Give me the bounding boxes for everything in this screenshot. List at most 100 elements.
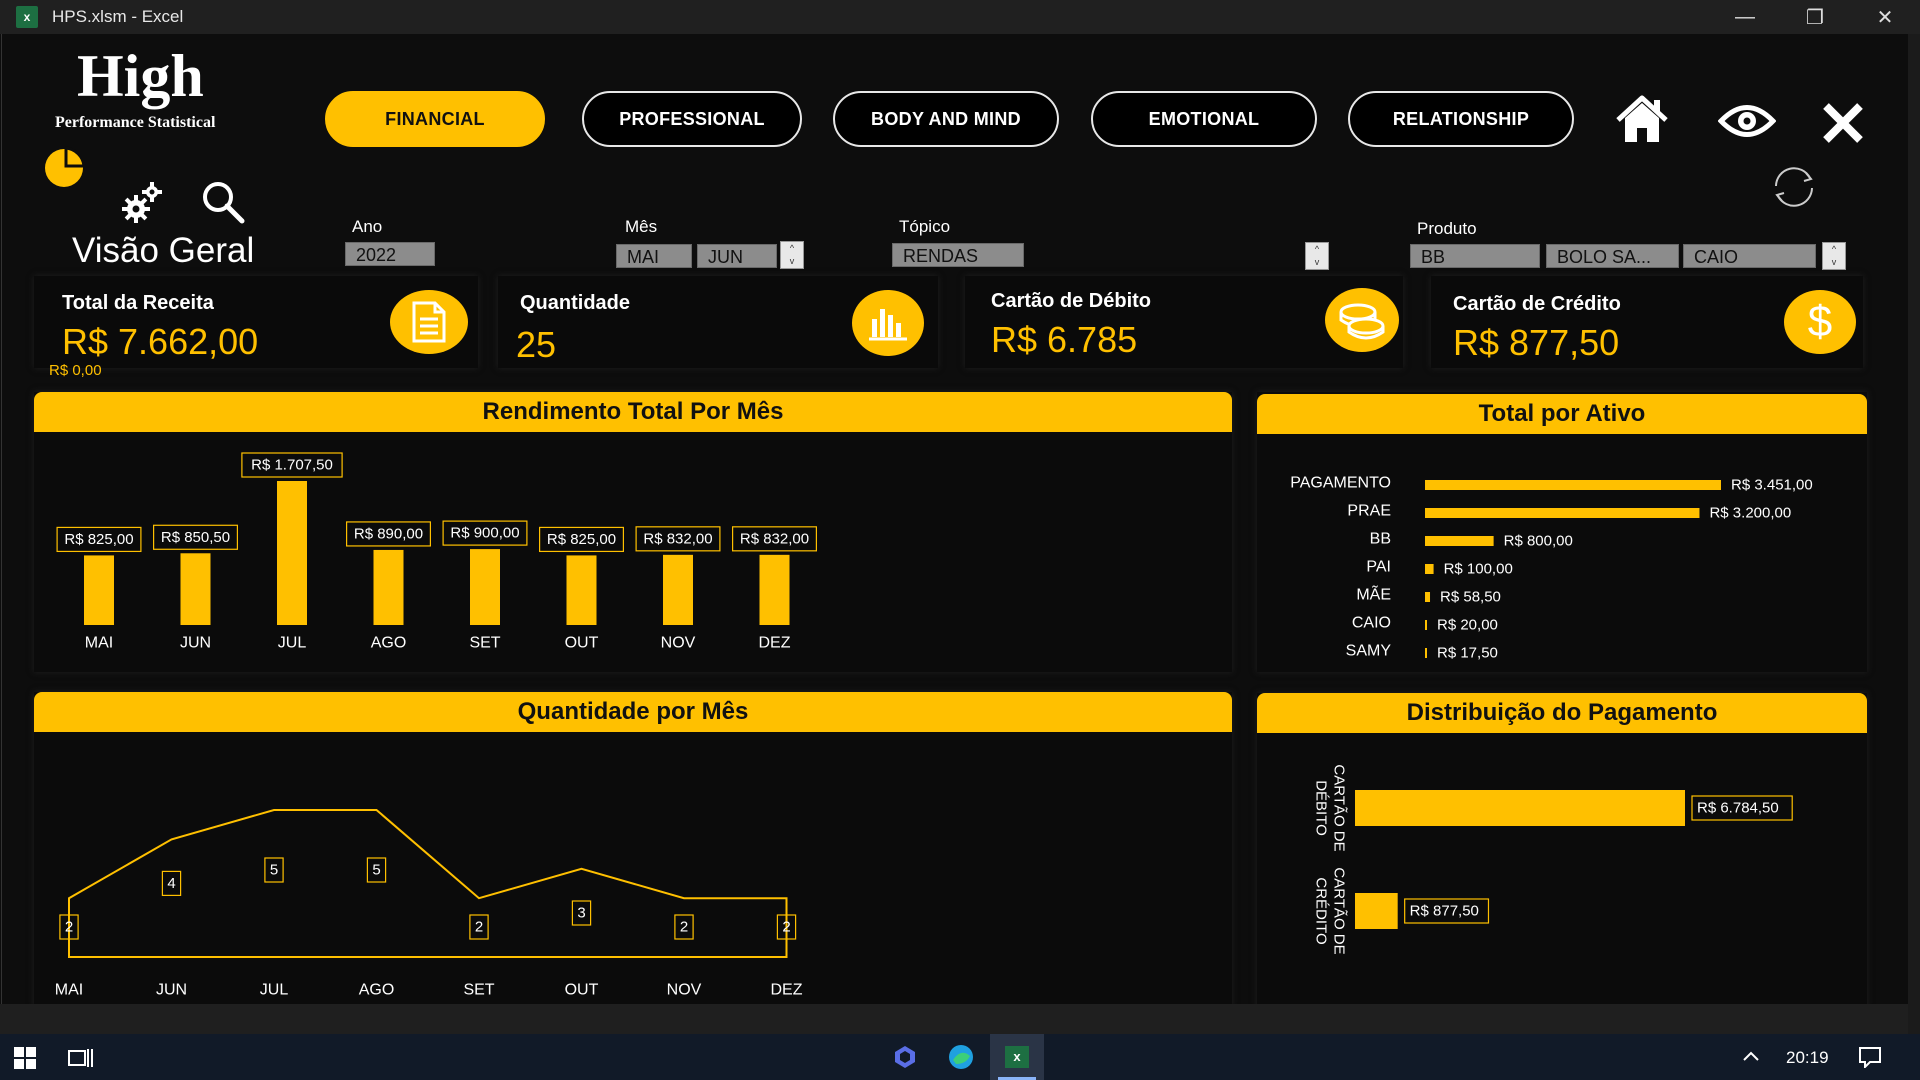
svg-text:R$ 825,00: R$ 825,00 [64, 531, 133, 548]
copilot-icon[interactable] [893, 1045, 917, 1069]
kpi-card-quantidade: Quantidade 25 [498, 276, 938, 368]
point-label-out: 3 [571, 900, 592, 926]
data-label-samy: R$ 17,50 [1437, 645, 1498, 662]
produto-slicer-caio[interactable]: CAIO [1683, 244, 1816, 268]
tab-body-and-mind[interactable]: BODY AND MIND [833, 91, 1059, 147]
svg-text:2: 2 [475, 919, 483, 936]
bar-pai [1425, 564, 1434, 574]
ano-label: Ano [352, 217, 383, 236]
close-app-icon[interactable] [1820, 100, 1866, 146]
window-titlebar: x HPS.xlsm - Excel — ❐ ✕ [0, 0, 1920, 34]
tab-relationship[interactable]: RELATIONSHIP [1348, 91, 1574, 147]
minimize-button[interactable]: — [1710, 0, 1780, 34]
produto-slicer-bb[interactable]: BB [1410, 244, 1540, 268]
distribuicao-bar-chart: R$ 6.784,50CARTÃO DEDÉBITOR$ 877,50CARTÃ… [1313, 764, 1793, 955]
svg-text:R$ 825,00: R$ 825,00 [547, 531, 616, 548]
home-icon[interactable] [1614, 94, 1670, 146]
mes-label: Mês [625, 217, 658, 236]
x-tick-dez: DEZ [771, 982, 803, 999]
tab-emotional[interactable]: EMOTIONAL [1091, 91, 1317, 147]
kpi-debito-title: Cartão de Débito [991, 290, 1152, 312]
svg-text:2: 2 [782, 919, 790, 936]
coins-icon [1339, 303, 1385, 340]
svg-text:R$ 890,00: R$ 890,00 [354, 525, 423, 542]
svg-text:CARTÃO DE: CARTÃO DE [1331, 867, 1348, 954]
tab-financial[interactable]: FINANCIAL [325, 91, 545, 147]
notification-icon[interactable] [1858, 1046, 1882, 1068]
svg-text:5: 5 [270, 862, 278, 879]
x-tick-nov: NOV [667, 982, 702, 999]
bar-debito [1355, 790, 1685, 826]
distribuicao-title: Distribuição do Pagamento [1257, 693, 1867, 733]
produto-label: Produto [1417, 219, 1477, 238]
data-label-pai: R$ 100,00 [1444, 561, 1513, 578]
kpi-credito-value: R$ 877,50 [1453, 322, 1620, 363]
search-icon[interactable] [200, 179, 246, 225]
x-tick-ago: AGO [371, 635, 407, 652]
x-tick-out: OUT [565, 635, 599, 652]
page-title: Visão Geral [72, 231, 255, 270]
produto-scroll-stepper[interactable]: ^ v [1822, 242, 1846, 270]
close-window-button[interactable]: ✕ [1850, 0, 1920, 34]
category-caio: CAIO [1352, 615, 1391, 632]
data-label-caio: R$ 20,00 [1437, 617, 1498, 634]
topico-scroll-stepper[interactable]: ^ v [1305, 242, 1329, 270]
data-label-out: R$ 825,00 [539, 526, 625, 553]
refresh-icon[interactable] [1768, 164, 1820, 210]
windows-start-icon[interactable] [14, 1047, 36, 1069]
category-samy: SAMY [1346, 643, 1392, 660]
svg-text:2: 2 [680, 919, 688, 936]
svg-text:4: 4 [167, 875, 175, 892]
svg-text:CARTÃO DE: CARTÃO DE [1331, 764, 1348, 851]
rendimento-bar-chart: R$ 825,00 MAI R$ 850,50 JUN R$ 1.707,50 JUL R$… [56, 452, 817, 652]
pie-chart-icon[interactable] [42, 146, 86, 190]
excel-taskbar-button[interactable]: x [990, 1034, 1044, 1080]
bar-jul [277, 481, 307, 625]
dashboard-canvas: High Performance Statistical FINANCIAL P… [1, 34, 1907, 1007]
task-view-icon[interactable] [68, 1047, 94, 1069]
bar-mai [84, 555, 114, 625]
x-tick-mai: MAI [85, 635, 113, 652]
kpi-card-debito: Cartão de Débito R$ 6.785 [965, 276, 1403, 368]
tab-professional[interactable]: PROFESSIONAL [582, 91, 802, 147]
x-tick-jun: JUN [156, 982, 187, 999]
taskbar: x 20:19 [0, 1034, 1920, 1080]
quantidade-area-chart: 2 MAI 4 JUN 5 JUL 5 AGO 2 SET 3 OUT 2 NOV 2 DEZ [55, 809, 803, 999]
produto-slicer-bolo-samyra[interactable]: BOLO SA... [1546, 244, 1679, 268]
vertical-scrollbar[interactable] [1908, 34, 1920, 1034]
category-debito: CARTÃO DEDÉBITO [1313, 764, 1348, 851]
excel-app-icon: x [16, 6, 38, 28]
eye-icon[interactable] [1718, 100, 1776, 142]
kpi-quantidade-value: 25 [516, 324, 557, 365]
category-credito: CARTÃO DECRÉDITO [1313, 867, 1348, 954]
category-prae: PRAE [1347, 503, 1391, 520]
panel-distribuicao: Distribuição do Pagamento R$ 6.784,50 CAR… [1257, 693, 1867, 1007]
mes-slicer-mai[interactable]: MAI [616, 244, 692, 268]
x-tick-out: OUT [565, 982, 599, 999]
data-label-debito: R$ 6.784,50 [1691, 795, 1793, 821]
kpi-receita-circle [390, 290, 468, 354]
window-title: HPS.xlsm - Excel [52, 7, 184, 26]
data-label-jul: R$ 1.707,50 [241, 452, 343, 478]
total-ativo-title: Total por Ativo [1257, 394, 1867, 434]
clock-time[interactable]: 20:19 [1786, 1048, 1829, 1068]
kpi-card-credito: Cartão de Crédito R$ 877,50 $ [1431, 276, 1863, 368]
point-label-set: 2 [469, 914, 489, 940]
data-label-pagamento: R$ 3.451,00 [1731, 477, 1813, 494]
maximize-button[interactable]: ❐ [1780, 0, 1850, 34]
point-label-dez: 2 [776, 914, 797, 940]
svg-text:5: 5 [372, 862, 380, 879]
mes-slicer-jun[interactable]: JUN [697, 244, 777, 268]
category-pagamento: PAGAMENTO [1290, 475, 1391, 492]
svg-text:DÉBITO: DÉBITO [1313, 780, 1330, 836]
data-label-set: R$ 900,00 [442, 520, 528, 546]
mes-scroll-stepper[interactable]: ^ v [780, 241, 804, 269]
topico-slicer-rendas[interactable]: RENDAS [892, 243, 1024, 267]
edge-browser-icon[interactable] [948, 1044, 974, 1070]
bar-mãe [1425, 592, 1431, 602]
data-label-mai: R$ 825,00 [56, 526, 142, 553]
ano-slicer[interactable]: 2022 [345, 242, 435, 266]
chevron-up-icon[interactable] [1742, 1050, 1760, 1062]
settings-gears-icon[interactable] [120, 179, 166, 225]
svg-text:R$ 1.707,50: R$ 1.707,50 [251, 457, 333, 474]
